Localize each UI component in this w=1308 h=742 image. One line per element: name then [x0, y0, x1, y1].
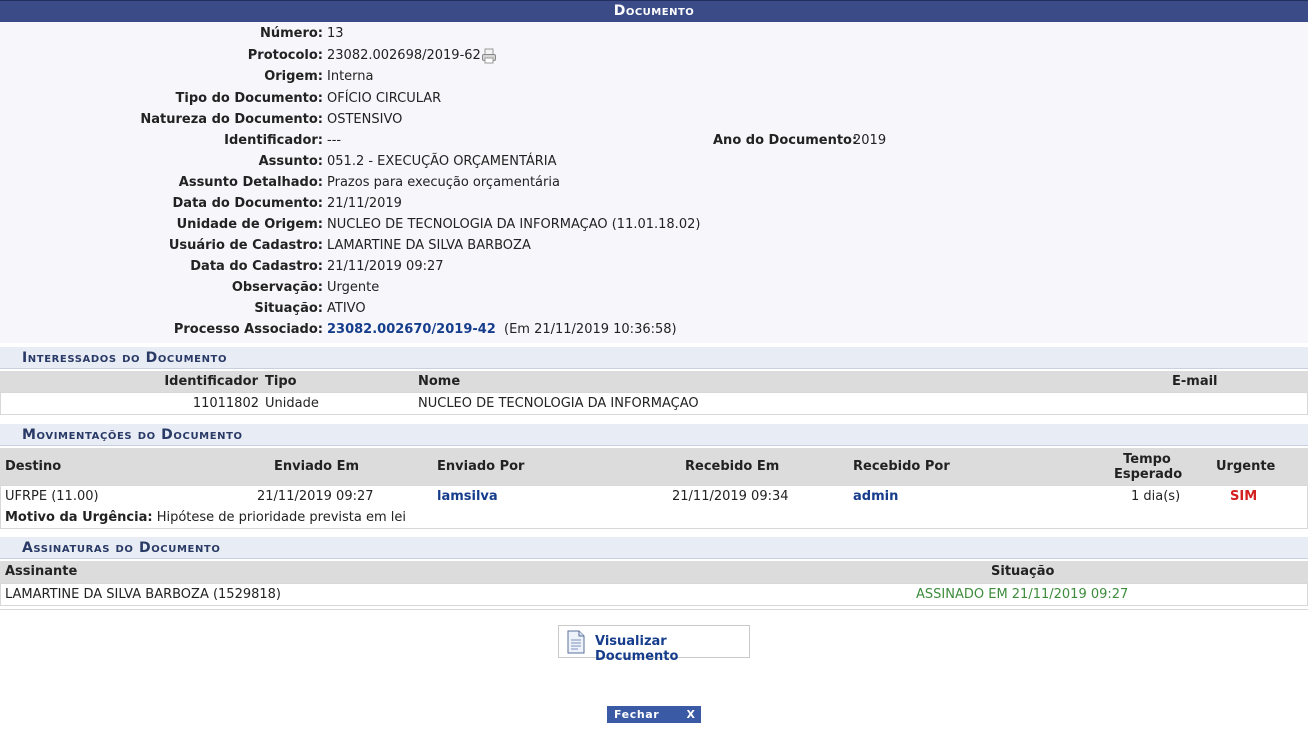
page-title: Documento	[0, 0, 1308, 22]
field-identificador: Identificador: --- Ano do Documento: 201…	[0, 130, 1308, 151]
assinante-nome: LAMARTINE DA SILVA BARBOZA (1529818)	[5, 587, 282, 602]
field-value: 23082.002698/2019-62	[327, 48, 481, 63]
view-document-button[interactable]: Visualizar Documento	[558, 625, 750, 664]
interessado-tipo: Unidade	[265, 396, 319, 411]
field-value: ---	[327, 133, 342, 148]
field-label: Unidade de Origem:	[176, 217, 323, 232]
mov-destino: UFRPE (11.00)	[5, 489, 99, 504]
field-value: Prazos para execução orçamentária	[327, 175, 560, 190]
field-label: Assunto Detalhado:	[178, 175, 323, 190]
section-assinaturas-title: Assinaturas do Documento	[0, 537, 1308, 559]
field-value: 13	[327, 26, 344, 41]
motivo-label: Motivo da Urgência:	[5, 510, 153, 525]
motivo-urgencia: Motivo da Urgência: Hipótese de priorida…	[5, 510, 406, 525]
field-label: Assunto:	[258, 154, 323, 169]
field-label: Data do Documento:	[172, 196, 323, 211]
col-recebido-por: Recebido Por	[853, 459, 950, 474]
assinaturas-header: Assinante Situação	[0, 561, 1308, 583]
field-value-ano: 2019	[853, 133, 887, 148]
col-tipo: Tipo	[265, 374, 297, 389]
field-value: 23082.002670/2019-42 (Em 21/11/2019 10:3…	[327, 319, 677, 340]
interessado-identificador: 11011802	[192, 396, 259, 411]
processo-link[interactable]: 23082.002670/2019-42	[327, 322, 496, 337]
motivo-value: Hipótese de prioridade prevista em lei	[156, 510, 406, 525]
field-label: Tipo do Documento:	[175, 91, 324, 106]
col-recebido-em: Recebido Em	[685, 459, 780, 474]
field-value: NUCLEO DE TECNOLOGIA DA INFORMAÇAO (11.0…	[327, 217, 701, 232]
section-interessados-title: Interessados do Documento	[0, 347, 1308, 369]
field-value: 21/11/2019	[327, 196, 402, 211]
mov-recebido-em: 21/11/2019 09:34	[672, 489, 789, 504]
field-label: Usuário de Cadastro:	[168, 238, 323, 253]
field-label: Origem:	[264, 69, 323, 84]
divider	[0, 609, 1308, 610]
field-label: Processo Associado:	[173, 322, 323, 337]
col-situacao: Situação	[991, 564, 1055, 579]
col-assinante: Assinante	[5, 564, 78, 579]
field-label: Observação:	[231, 280, 323, 295]
col-nome: Nome	[418, 374, 461, 389]
field-value: OFÍCIO CIRCULAR	[327, 91, 442, 106]
mov-urgente: SIM	[1230, 489, 1258, 504]
close-icon: X	[686, 708, 695, 721]
field-label: Protocolo:	[247, 48, 323, 63]
field-value: OSTENSIVO	[327, 112, 403, 127]
col-urgente: Urgente	[1216, 459, 1276, 474]
col-tempo-esperado: Tempo Esperado	[1114, 452, 1183, 482]
col-destino: Destino	[5, 459, 62, 474]
col-email: E-mail	[1172, 374, 1218, 389]
field-value: ATIVO	[327, 301, 366, 316]
mov-enviado-em: 21/11/2019 09:27	[257, 489, 374, 504]
table-row: 11011802 Unidade NUCLEO DE TECNOLOGIA DA…	[0, 392, 1308, 415]
mov-tempo: 1 dia(s)	[1131, 489, 1181, 504]
field-value: 051.2 - EXECUÇÃO ORÇAMENTÁRIA	[327, 154, 557, 169]
field-value: LAMARTINE DA SILVA BARBOZA	[327, 238, 531, 253]
view-document-label: Visualizar Documento	[595, 634, 679, 664]
document-details: Número: 13 Protocolo: 23082.002698/2019-…	[0, 22, 1308, 343]
field-label: Natureza do Documento:	[140, 112, 323, 127]
interessado-nome: NUCLEO DE TECNOLOGIA DA INFORMAÇAO	[418, 396, 699, 411]
document-icon	[565, 630, 587, 654]
table-row: LAMARTINE DA SILVA BARBOZA (1529818) ASS…	[0, 583, 1308, 606]
field-label: Identificador:	[224, 133, 323, 148]
col-enviado-em: Enviado Em	[274, 459, 360, 474]
field-label: Data do Cadastro:	[190, 259, 323, 274]
col-enviado-por: Enviado Por	[437, 459, 525, 474]
table-row: UFRPE (11.00) 21/11/2019 09:27 lamsilva …	[0, 485, 1308, 529]
mov-recebido-por-link[interactable]: admin	[853, 489, 898, 504]
processo-date: (Em 21/11/2019 10:36:58)	[504, 322, 677, 337]
assinatura-situacao: ASSINADO EM 21/11/2019 09:27	[916, 587, 1129, 602]
field-label: Situação:	[254, 301, 323, 316]
section-movimentacoes-title: Movimentações do Documento	[0, 424, 1308, 446]
close-label: Fechar	[614, 708, 660, 721]
field-value: Interna	[327, 69, 374, 84]
mov-enviado-por-link[interactable]: lamsilva	[437, 489, 498, 504]
col-identificador: Identificador	[164, 374, 258, 389]
col-tempo-line2: Esperado	[1114, 467, 1183, 482]
interessados-header: Identificador Tipo Nome E-mail	[0, 371, 1308, 392]
print-icon[interactable]	[481, 48, 497, 64]
col-tempo-line1: Tempo	[1123, 452, 1171, 467]
close-button[interactable]: Fechar X	[607, 706, 701, 723]
field-value: Urgente	[327, 280, 380, 295]
field-value: 21/11/2019 09:27	[327, 259, 444, 274]
field-label-ano: Ano do Documento:	[713, 133, 858, 148]
field-label: Número:	[259, 26, 323, 41]
movimentacoes-header: Destino Enviado Em Enviado Por Recebido …	[0, 448, 1308, 485]
